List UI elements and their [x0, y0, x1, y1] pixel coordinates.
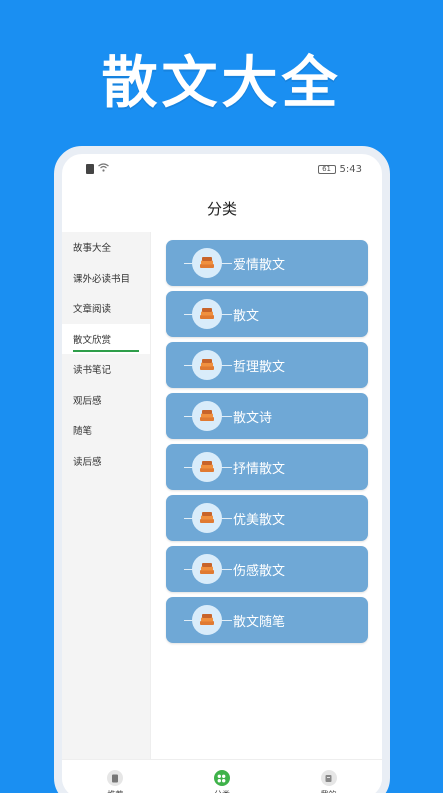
tab-profile[interactable]: 我的 — [289, 770, 369, 793]
profile-icon — [320, 770, 337, 786]
book-stack-icon — [192, 605, 222, 635]
page-title: 分类 — [206, 199, 237, 218]
category-card[interactable]: 散文随笔 — [166, 597, 368, 643]
sidebar-item-essays[interactable]: 随笔 — [62, 415, 150, 446]
tab-label: 推荐 — [107, 789, 123, 793]
sidebar-item-reviews[interactable]: 观后感 — [62, 385, 150, 416]
category-label: 哲理散文 — [233, 359, 286, 375]
book-stack-icon — [192, 503, 222, 533]
sidebar-item-label: 文章阅读 — [73, 304, 112, 316]
sidebar-item-label: 散文欣赏 — [73, 334, 112, 346]
category-label: 散文 — [233, 308, 260, 324]
book-stack-icon — [192, 299, 222, 329]
sidebar-item-reading-list[interactable]: 课外必读书目 — [62, 263, 150, 294]
category-label: 散文诗 — [233, 410, 273, 426]
banner-title: 散文大全 — [101, 51, 342, 116]
book-stack-icon — [192, 248, 222, 278]
sidebar-item-label: 观后感 — [73, 395, 102, 407]
book-icon — [107, 770, 124, 786]
grid-icon — [213, 770, 230, 786]
sidebar-item-label: 故事大全 — [73, 243, 112, 255]
sidebar-item-label: 读书笔记 — [73, 365, 112, 377]
category-panel: 爱情散文 散文 哲理散文 散文诗 抒情散文 优美散文 伤感散文 散文随笔 — [150, 232, 382, 759]
book-stack-icon — [192, 554, 222, 584]
tab-category[interactable]: 分类 — [182, 770, 262, 793]
status-bar: 61 5:43 — [62, 154, 382, 184]
tab-label: 我的 — [321, 789, 337, 793]
bottom-tab-bar: 推荐 分类 我的 — [62, 759, 382, 793]
sidebar-item-prose[interactable]: 散文欣赏 — [62, 323, 150, 354]
category-label: 优美散文 — [233, 512, 286, 528]
tab-recommend[interactable]: 推荐 — [75, 770, 155, 793]
category-label: 散文随笔 — [233, 614, 286, 630]
category-card[interactable]: 伤感散文 — [166, 546, 368, 592]
sidebar-item-book-reviews[interactable]: 读后感 — [62, 446, 150, 477]
sidebar-item-label: 读后感 — [73, 456, 102, 468]
category-card[interactable]: 散文诗 — [166, 393, 368, 439]
book-stack-icon — [192, 350, 222, 380]
battery-icon: 61 — [317, 164, 336, 174]
phone-frame: 61 5:43 分类 故事大全 课外必读书目 文章阅读 散文欣赏 读书笔记 观后… — [54, 146, 390, 793]
status-time: 5:43 — [339, 163, 362, 175]
category-label: 抒情散文 — [233, 461, 286, 477]
tab-label: 分类 — [214, 789, 230, 793]
category-card[interactable]: 爱情散文 — [166, 240, 368, 286]
book-stack-icon — [192, 401, 222, 431]
category-card[interactable]: 散文 — [166, 291, 368, 337]
sidebar: 故事大全 课外必读书目 文章阅读 散文欣赏 读书笔记 观后感 随笔 读后感 — [62, 232, 150, 759]
sidebar-item-stories[interactable]: 故事大全 — [62, 232, 150, 263]
category-label: 伤感散文 — [233, 563, 286, 579]
book-stack-icon — [192, 452, 222, 482]
category-card[interactable]: 抒情散文 — [166, 444, 368, 490]
sidebar-item-label: 随笔 — [73, 426, 93, 438]
sim-icon — [86, 164, 94, 174]
category-card[interactable]: 优美散文 — [166, 495, 368, 541]
wifi-icon — [98, 163, 109, 175]
category-label: 爱情散文 — [233, 257, 286, 273]
category-card[interactable]: 哲理散文 — [166, 342, 368, 388]
sidebar-item-notes[interactable]: 读书笔记 — [62, 354, 150, 385]
sidebar-item-articles[interactable]: 文章阅读 — [62, 293, 150, 324]
sidebar-item-label: 课外必读书目 — [73, 273, 131, 285]
